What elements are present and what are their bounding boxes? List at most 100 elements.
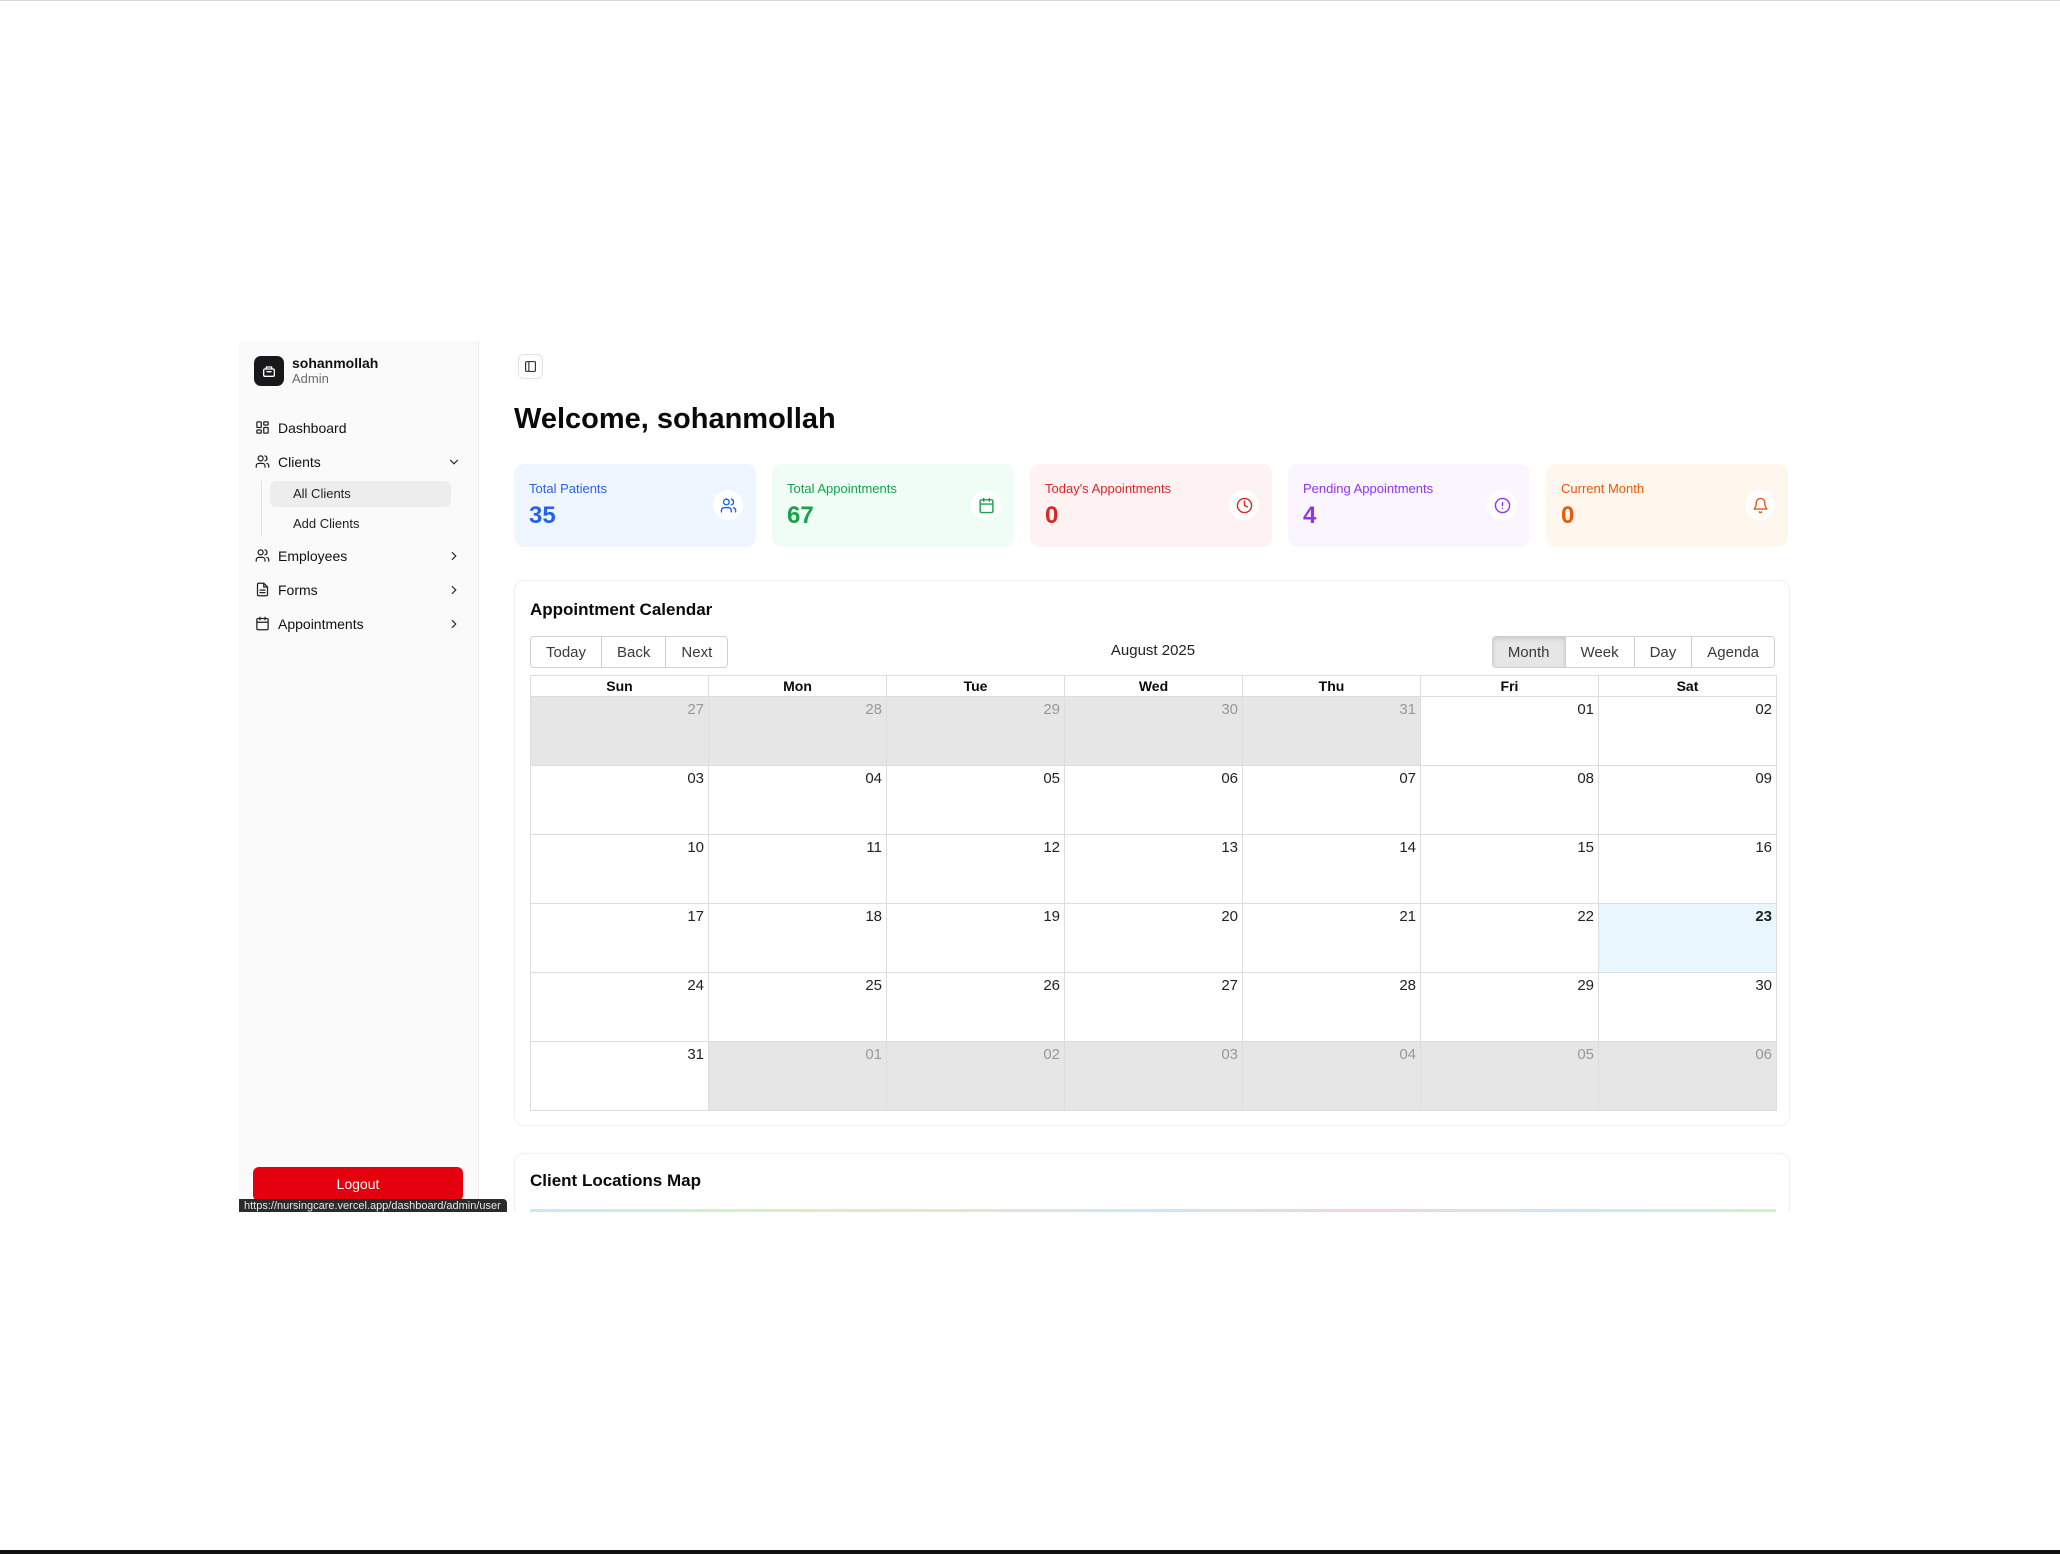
view-agenda-button[interactable]: Agenda — [1692, 637, 1774, 667]
stat-value: 4 — [1303, 502, 1317, 529]
calendar-day-cell[interactable]: 05 — [1420, 1042, 1598, 1110]
sidebar-item-clients[interactable]: Clients — [254, 447, 465, 477]
bell-icon — [1745, 490, 1775, 520]
stat-card: Current Month 0 — [1546, 464, 1788, 547]
calendar-day-cell[interactable]: 10 — [531, 835, 708, 903]
calendar-day-cell[interactable]: 30 — [1598, 973, 1776, 1041]
bottom-border — [0, 1550, 2060, 1554]
user-role: Admin — [292, 371, 329, 386]
alert-circle-icon — [1487, 490, 1517, 520]
calendar-day-cell[interactable]: 27 — [531, 697, 708, 765]
calendar-day-cell[interactable]: 12 — [886, 835, 1064, 903]
stat-label: Total Patients — [529, 481, 608, 496]
calendar-day-cell[interactable]: 28 — [708, 697, 886, 765]
stats-cards: Total Patients 35 Total Appointments 67 Toda… — [514, 464, 1791, 547]
users-icon — [713, 490, 743, 520]
calendar-week-row: 10 11 12 13 14 15 16 — [531, 835, 1776, 904]
calendar-day-cell[interactable]: 01 — [708, 1042, 886, 1110]
calendar-day-cell[interactable]: 07 — [1242, 766, 1420, 834]
calendar-icon — [255, 616, 271, 632]
calendar-day-cell[interactable]: 24 — [531, 973, 708, 1041]
calendar-day-cell[interactable]: 05 — [886, 766, 1064, 834]
calendar-day-cell[interactable]: 29 — [1420, 973, 1598, 1041]
calendar-day-cell[interactable]: 31 — [1242, 697, 1420, 765]
calendar-day-cell[interactable]: 14 — [1242, 835, 1420, 903]
stat-card: Pending Appointments 4 — [1288, 464, 1530, 547]
calendar-day-cell[interactable]: 19 — [886, 904, 1064, 972]
map-canvas[interactable] — [530, 1209, 1776, 1212]
weekday-header: Sun — [606, 678, 633, 694]
calendar-day-cell[interactable]: 18 — [708, 904, 886, 972]
calendar-day-cell[interactable]: 04 — [708, 766, 886, 834]
sidebar-nav: Dashboard Clients All Clients Add Client… — [254, 413, 465, 643]
calendar-day-cell[interactable]: 02 — [1598, 697, 1776, 765]
calendar-day-cell[interactable]: 11 — [708, 835, 886, 903]
calendar-month-grid: Sun Mon Tue Wed Thu Fri Sat 27 28 29 30 31 01 02 03 04… — [530, 675, 1777, 1111]
stat-label: Today's Appointments — [1045, 481, 1172, 496]
calendar-day-cell[interactable]: 02 — [886, 1042, 1064, 1110]
top-border — [0, 0, 2060, 1]
calendar-day-cell[interactable]: 25 — [708, 973, 886, 1041]
clock-icon — [1229, 490, 1259, 520]
view-day-button[interactable]: Day — [1634, 637, 1693, 667]
weekday-header: Wed — [1064, 676, 1242, 696]
stat-value: 67 — [787, 502, 814, 529]
status-bar-url: https://nursingcare.vercel.app/dashboard… — [239, 1199, 507, 1212]
sidebar-item-employees[interactable]: Employees — [254, 541, 465, 571]
chevron-right-icon — [447, 583, 461, 597]
calendar-day-cell[interactable]: 03 — [1064, 1042, 1242, 1110]
file-text-icon — [255, 582, 271, 598]
view-month-button[interactable]: Month — [1492, 637, 1566, 667]
calendar-day-cell[interactable]: 16 — [1598, 835, 1776, 903]
calendar-day-cell[interactable]: 31 — [531, 1042, 708, 1110]
calendar-week-row: 27 28 29 30 31 01 02 — [531, 697, 1776, 766]
calendar-day-cell[interactable]: 09 — [1598, 766, 1776, 834]
sidebar-item-appointments[interactable]: Appointments — [254, 609, 465, 639]
calendar-day-cell[interactable]: 08 — [1420, 766, 1598, 834]
sidebar-item-all-clients[interactable]: All Clients — [270, 481, 451, 507]
calendar-day-cell[interactable]: 27 — [1064, 973, 1242, 1041]
users-icon — [255, 548, 271, 564]
weekday-header: Sat — [1598, 676, 1776, 696]
calendar-day-cell[interactable]: 03 — [531, 766, 708, 834]
calendar-day-cell[interactable]: 06 — [1598, 1042, 1776, 1110]
calendar-day-cell[interactable]: 29 — [886, 697, 1064, 765]
chevron-down-icon — [447, 455, 461, 469]
calendar-day-cell[interactable]: 30 — [1064, 697, 1242, 765]
user-brand: sohanmollah Admin — [254, 355, 378, 387]
sidebar-item-forms[interactable]: Forms — [254, 575, 465, 605]
calendar-day-cell[interactable]: 01 — [1420, 697, 1598, 765]
chevron-right-icon — [447, 549, 461, 563]
stat-label: Current Month — [1561, 481, 1645, 496]
sidebar-toggle-button[interactable] — [518, 354, 543, 379]
calendar-day-cell[interactable]: 17 — [531, 904, 708, 972]
stat-card: Total Patients 35 — [514, 464, 756, 547]
dashboard-grid-icon — [255, 420, 271, 436]
calendar-view-buttons: Month Week Day Agenda — [1491, 636, 1775, 668]
stat-card: Total Appointments 67 — [772, 464, 1014, 547]
logout-button[interactable]: Logout — [253, 1167, 463, 1201]
calendar-day-cell[interactable]: 06 — [1064, 766, 1242, 834]
stat-card: Today's Appointments 0 — [1030, 464, 1272, 547]
app-viewport: sohanmollah Admin Dashboard Clients All … — [239, 341, 1791, 1212]
sidebar-item-dashboard[interactable]: Dashboard — [254, 413, 465, 443]
calendar-day-cell[interactable]: 28 — [1242, 973, 1420, 1041]
weekday-header: Mon — [708, 676, 886, 696]
calendar-day-cell[interactable]: 15 — [1420, 835, 1598, 903]
brand-logo-icon — [254, 356, 284, 386]
calendar-day-cell[interactable]: 23 — [1598, 904, 1776, 972]
panel-left-icon — [525, 361, 536, 372]
calendar-week-row: 17 18 19 20 21 22 23 — [531, 904, 1776, 973]
client-locations-map: Client Locations Map — [514, 1153, 1790, 1212]
calendar-day-cell[interactable]: 04 — [1242, 1042, 1420, 1110]
calendar-day-cell[interactable]: 22 — [1420, 904, 1598, 972]
calendar-day-cell[interactable]: 26 — [886, 973, 1064, 1041]
calendar-day-cell[interactable]: 13 — [1064, 835, 1242, 903]
calendar-day-cell[interactable]: 21 — [1242, 904, 1420, 972]
main-content: Welcome, sohanmollah Total Patients 35 Tot… — [479, 341, 1791, 1212]
page-title: Welcome, sohanmollah — [514, 403, 836, 435]
sidebar-item-add-clients[interactable]: Add Clients — [270, 511, 451, 537]
calendar-day-cell[interactable]: 20 — [1064, 904, 1242, 972]
clients-submenu: All Clients Add Clients — [261, 481, 465, 537]
view-week-button[interactable]: Week — [1565, 637, 1635, 667]
